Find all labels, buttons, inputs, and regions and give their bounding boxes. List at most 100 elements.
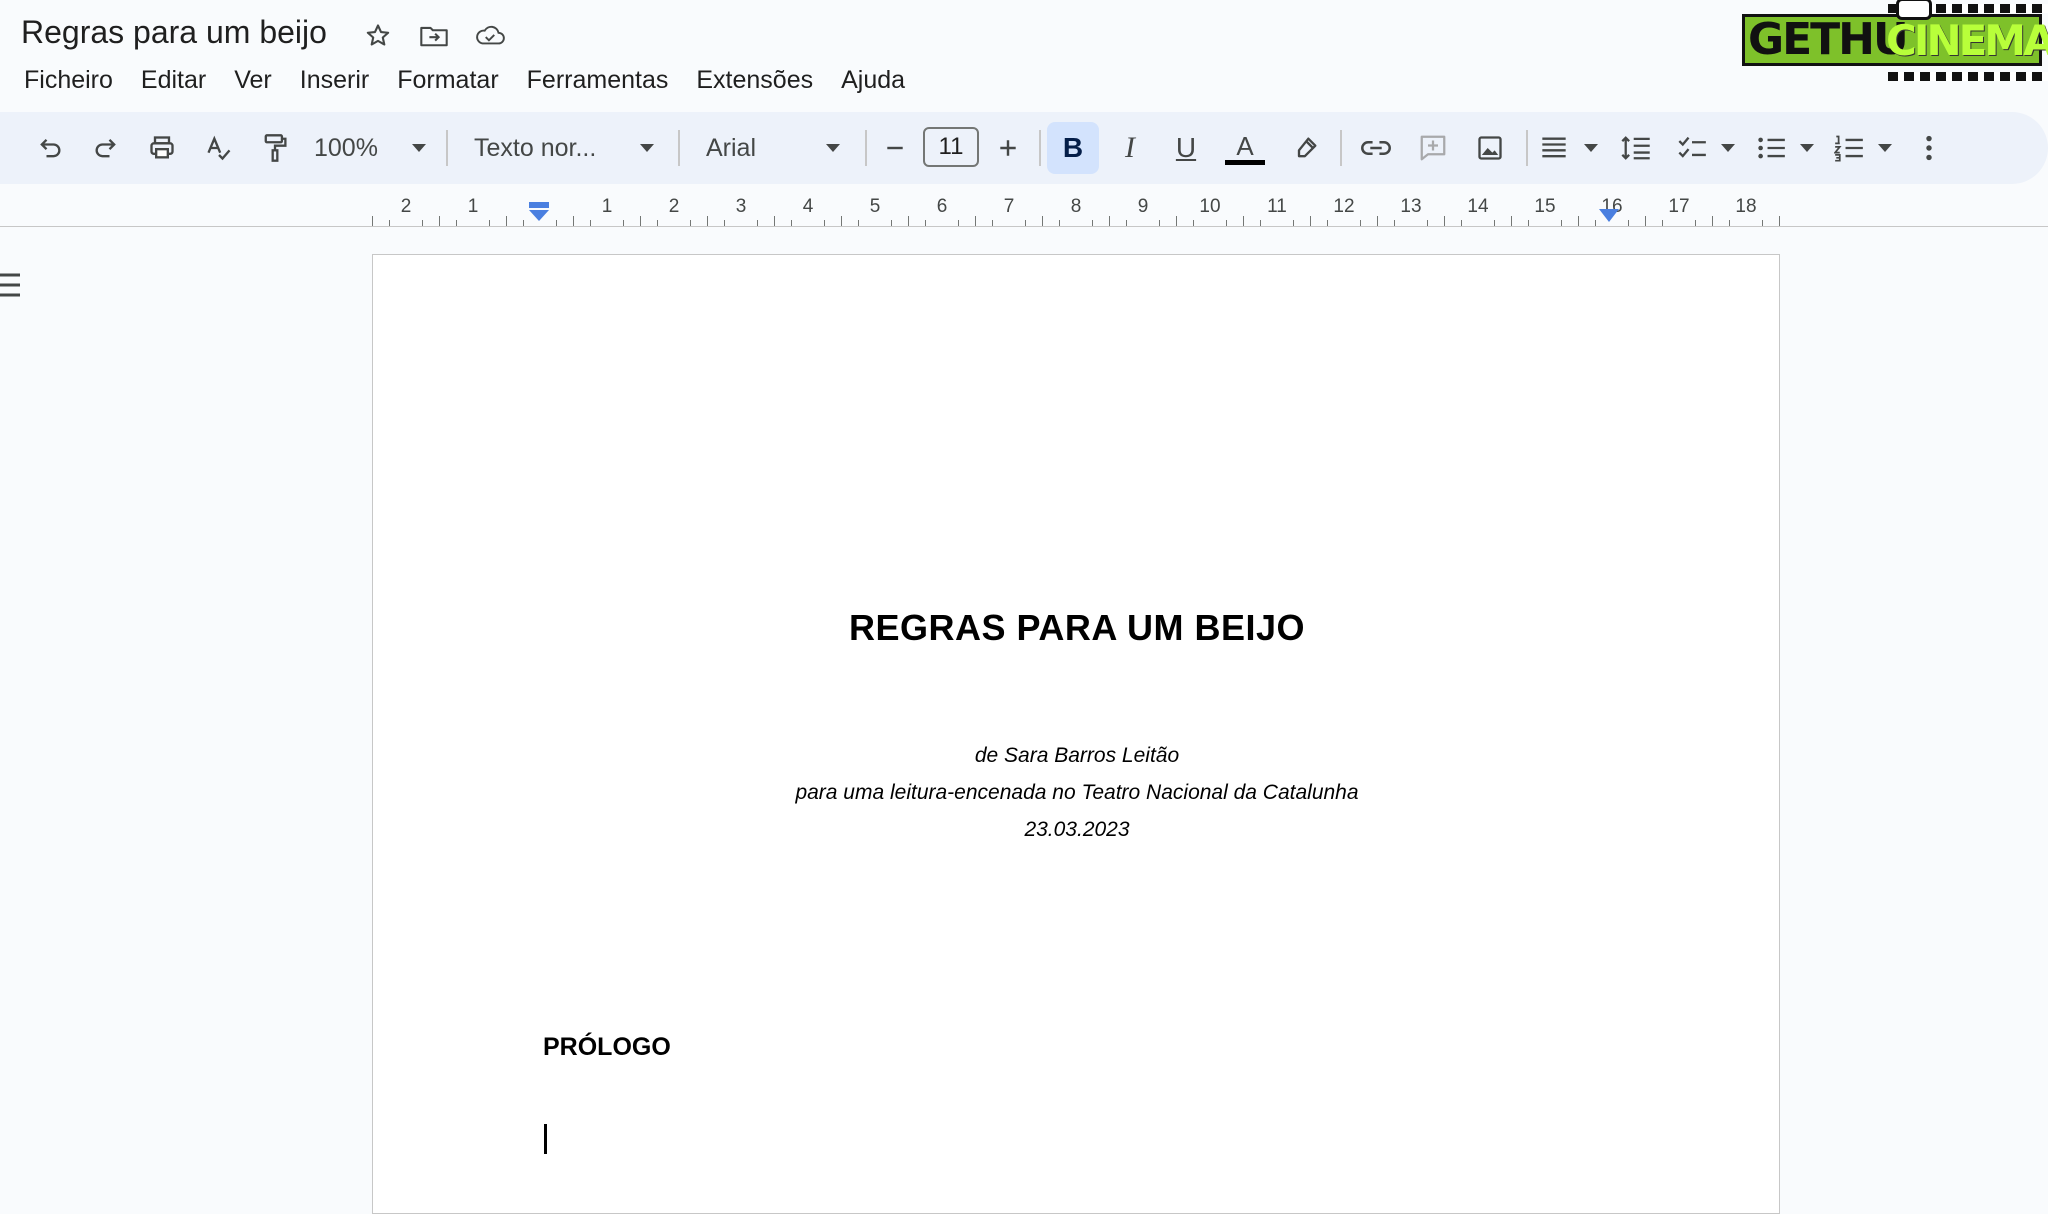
undo-button[interactable] [30,124,70,172]
chevron-down-icon [826,144,840,152]
font-size-input[interactable]: 11 [923,127,979,167]
chevron-down-icon [1721,144,1735,152]
align-button[interactable] [1540,124,1598,172]
ruler-label: 4 [802,196,814,217]
toolbar-divider [1526,130,1528,166]
link-icon [1361,141,1391,155]
outline-menu-icon[interactable] [0,272,22,298]
ruler-tick [1628,220,1630,226]
ruler-tick [1594,220,1596,226]
document-page[interactable]: REGRAS PARA UM BEIJO de Sara Barros Leit… [372,254,1780,1214]
ruler-tick [573,216,574,226]
logo-text-gethu: GETHU [1748,14,1909,65]
text-color-swatch [1225,159,1265,165]
menu-formatar[interactable]: Formatar [383,62,512,98]
ruler-tick [1712,216,1713,226]
print-button[interactable] [142,124,182,172]
menu-ficheiro[interactable]: Ficheiro [10,62,127,98]
underline-button[interactable]: U [1166,124,1206,172]
document-title[interactable]: Regras para um beijo [21,14,327,51]
decrease-font-size-button[interactable] [880,124,910,172]
ruler-tick [1645,216,1646,226]
insert-link-button[interactable] [1355,124,1397,172]
toolbar-divider [1340,130,1342,166]
left-indent-marker-icon[interactable] [528,202,550,224]
ruler-tick [991,220,993,226]
redo-button[interactable] [86,124,126,172]
ruler-tick [824,220,826,226]
line-spacing-button[interactable] [1616,124,1656,172]
bulleted-list-button[interactable] [1756,124,1814,172]
style-select[interactable]: Texto nor... [474,124,654,172]
paint-format-icon [264,134,287,162]
ruler-tick [690,220,692,226]
ruler-tick [439,216,440,226]
bold-button[interactable]: B [1047,122,1099,174]
minus-icon [887,146,903,150]
star-icon[interactable] [362,20,394,52]
ruler-label: 3 [735,196,747,217]
byline-author: de Sara Barros Leitão [974,744,1180,767]
font-select[interactable]: Arial [706,124,840,172]
chevron-down-icon [1800,144,1814,152]
ruler-tick [422,220,424,226]
ruler-tick [790,220,792,226]
cloud-saved-icon[interactable] [474,20,506,52]
ruler-label: 7 [1003,196,1015,217]
ruler-tick [1779,216,1780,226]
ruler-tick [1192,220,1194,226]
toolbar [0,112,2048,184]
ruler-tick [1427,220,1429,226]
ruler-tick [640,216,641,226]
add-comment-button[interactable] [1412,124,1454,172]
ruler-tick [1511,216,1512,226]
section-heading-prologo: PRÓLOGO [543,1033,671,1061]
ruler-tick [1326,220,1328,226]
spellcheck-icon [207,135,231,161]
ruler-tick [1561,220,1563,226]
ruler-tick [891,220,893,226]
right-indent-marker-icon[interactable] [1598,208,1620,224]
ruler-tick [1578,216,1579,226]
menu-editar[interactable]: Editar [127,62,220,98]
italic-icon: I [1125,131,1135,164]
ruler-label: 13 [1400,196,1422,217]
increase-font-size-button[interactable] [993,124,1023,172]
document-heading: REGRAS PARA UM BEIJO [848,607,1306,648]
italic-button[interactable]: I [1110,124,1150,172]
toolbar-divider [865,130,867,166]
highlight-button[interactable] [1286,124,1326,172]
toolbar-divider [446,130,448,166]
ruler-tick [1109,216,1110,226]
ruler[interactable]: 18 17 16 15 14 13 12 11 10 9 8 7 6 5 4 3 2 1 1 2 [0,190,2048,227]
menu-inserir[interactable]: Inserir [286,62,383,98]
spellcheck-button[interactable] [199,124,239,172]
more-options-button[interactable] [1914,124,1944,172]
move-folder-icon[interactable] [418,20,450,52]
ruler-tick [1293,220,1295,226]
text-color-icon: A [1236,130,1254,161]
zoom-select[interactable]: 100% [314,124,426,172]
ruler-label: 9 [1137,196,1149,217]
ruler-tick [1125,220,1127,226]
menu-ver[interactable]: Ver [220,62,286,98]
ruler-tick [455,220,457,226]
numbered-list-button[interactable] [1834,124,1892,172]
ruler-label: 11 [1267,196,1287,217]
underline-icon: U [1175,132,1197,163]
font-value: Arial [706,133,757,162]
menu-ferramentas[interactable]: Ferramentas [513,62,683,98]
checklist-button[interactable] [1677,124,1735,172]
ruler-tick [506,216,507,226]
ruler-tick [857,220,859,226]
ruler-tick [1762,220,1764,226]
ruler-tick [757,220,759,226]
menu-extensoes[interactable]: Extensões [682,62,827,98]
text-color-button[interactable]: A [1224,124,1266,172]
ruler-tick [1444,216,1445,226]
insert-image-button[interactable] [1469,124,1511,172]
menu-ajuda[interactable]: Ajuda [827,62,919,98]
ruler-label: 6 [936,196,948,217]
undo-icon [40,139,61,158]
paint-format-button[interactable] [255,124,295,172]
